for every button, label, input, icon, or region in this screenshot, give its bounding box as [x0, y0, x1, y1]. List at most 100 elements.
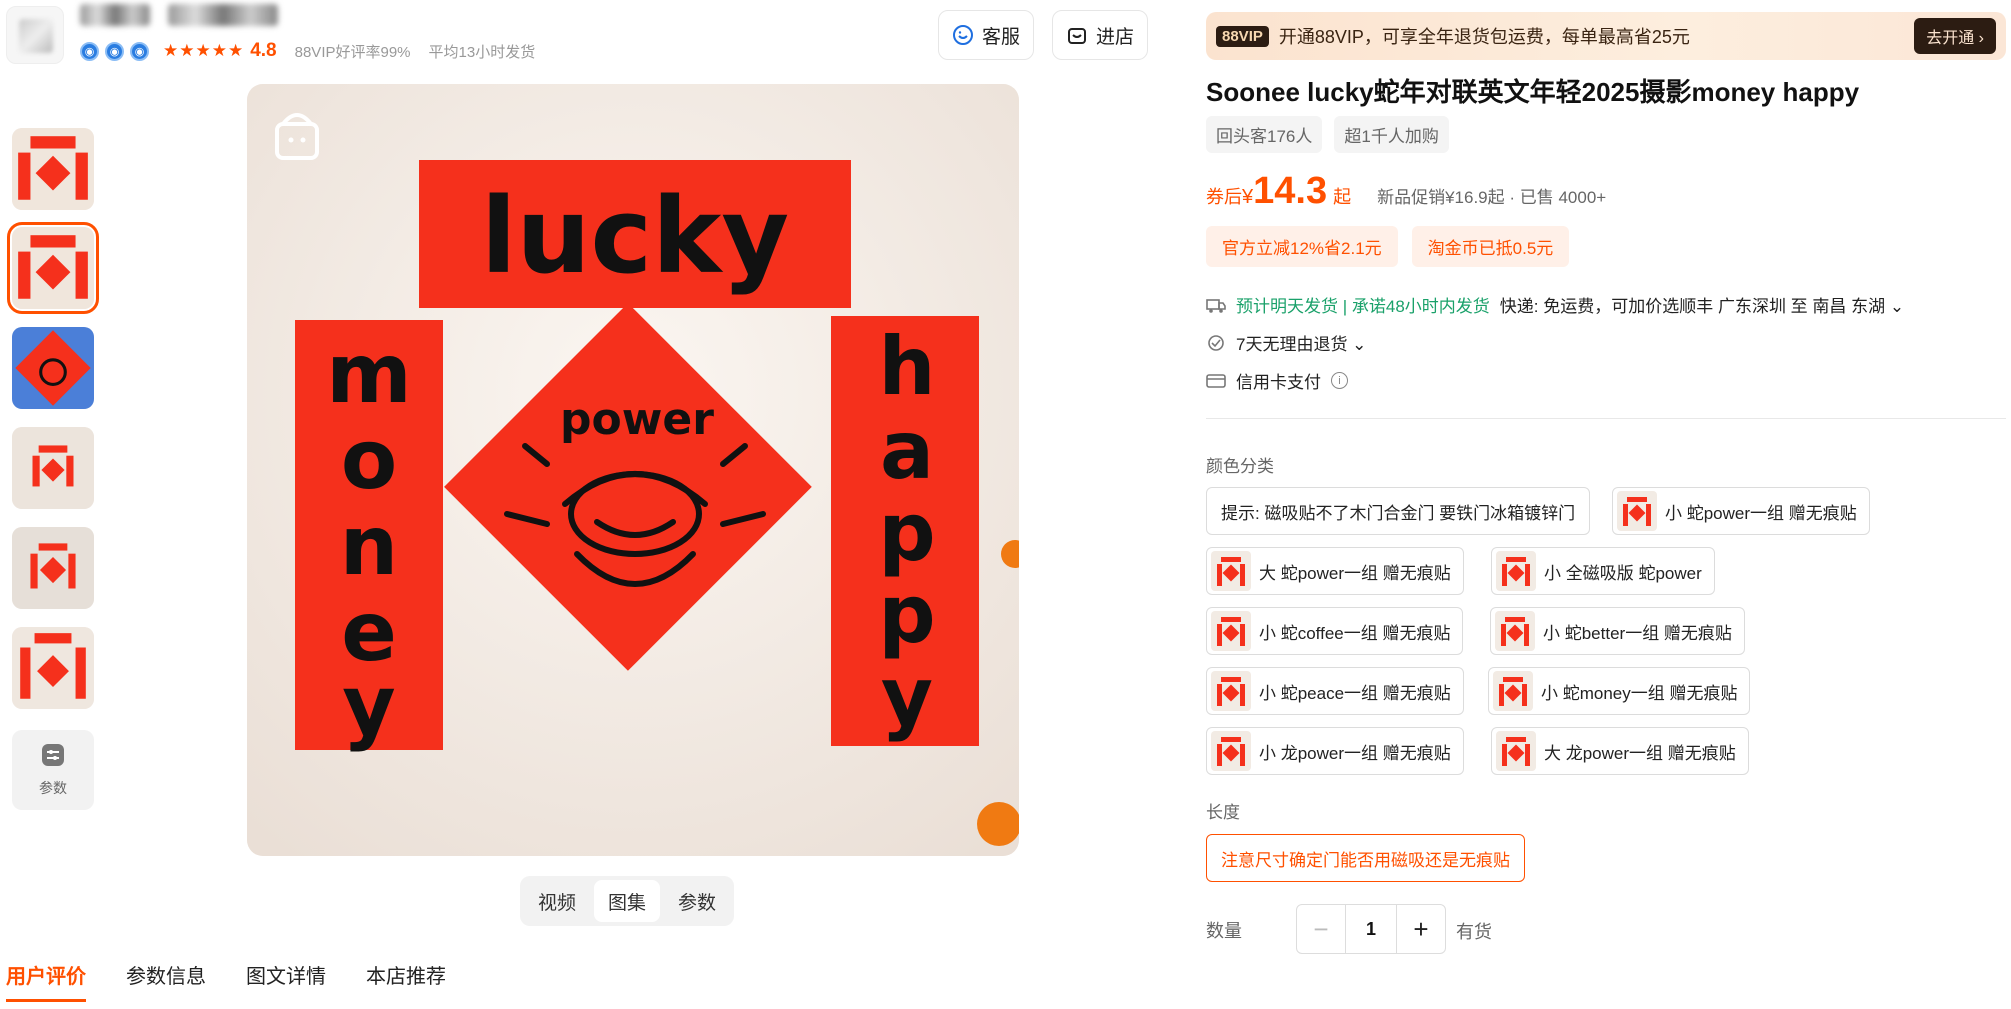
quantity-label: 数量 [1206, 921, 1242, 941]
color-option[interactable]: 小 蛇better一组 赠无痕贴 [1490, 607, 1745, 655]
headset-icon [952, 24, 974, 46]
vip-banner-text: 开通88VIP，可享全年退货包运费，每单最高省25元 [1278, 27, 1690, 47]
vip-banner[interactable]: 88VIP 开通88VIP，可享全年退货包运费，每单最高省25元 去开通 › [1206, 12, 2006, 60]
svg-text:o: o [341, 413, 397, 508]
price-suffix: 起 [1333, 187, 1352, 207]
option-thumbnail [1495, 611, 1535, 651]
tab-image-details[interactable]: 图文详情 [246, 960, 326, 1002]
color-option[interactable]: 小 蛇power一组 赠无痕贴 [1612, 487, 1870, 535]
color-option-label: 小 蛇better一组 赠无痕贴 [1543, 623, 1732, 643]
payment-row[interactable]: 信用卡支付 i [1206, 368, 1348, 393]
color-option[interactable]: 小 龙power一组 赠无痕贴 [1206, 727, 1464, 775]
params-thumbnail-label: 参数 [39, 779, 67, 796]
customer-service-button[interactable]: 客服 [938, 10, 1034, 60]
tab-shop-recommend[interactable]: 本店推荐 [366, 960, 446, 1002]
vip-tag: 88VIP [1216, 25, 1269, 47]
shop-logo[interactable] [6, 6, 64, 64]
svg-text:a: a [880, 404, 934, 497]
length-option[interactable]: 注意尺寸确定门能否用磁吸还是无痕贴 [1206, 834, 1525, 882]
customer-service-label: 客服 [981, 26, 1020, 48]
official-discount-chip[interactable]: 官方立减12%省2.1元 [1206, 226, 1398, 267]
color-option-label: 小 蛇coffee一组 赠无痕贴 [1259, 623, 1451, 643]
stock-status: 有货 [1456, 922, 1492, 942]
color-option-label: 小 蛇power一组 赠无痕贴 [1665, 503, 1857, 523]
color-option[interactable]: 大 龙power一组 赠无痕贴 [1491, 727, 1749, 775]
rating-stars-icon: ★★★★★ [163, 41, 245, 60]
color-option[interactable]: 小 蛇coffee一组 赠无痕贴 [1206, 607, 1464, 655]
price-value: 14.3 [1253, 170, 1328, 212]
cart-adds-tag: 超1千人加购 [1334, 116, 1449, 153]
color-option-label: 大 蛇power一组 赠无痕贴 [1259, 563, 1451, 583]
shipping-details: 快递: 免运费，可加价选顺丰 广东深圳 至 南昌 东湖 ⌄ [1499, 297, 1905, 316]
thumbnail-6[interactable] [12, 627, 94, 709]
divider [1206, 418, 2006, 419]
thumbnail-2[interactable] [7, 222, 99, 314]
main-product-image[interactable]: lucky m o n e y h a p p y power [247, 84, 1019, 856]
shipping-promise: 预计明天发货 | 承诺48小时内发货 [1236, 297, 1490, 316]
shop-name-blurred[interactable] [80, 4, 280, 30]
enter-shop-button[interactable]: 进店 [1052, 10, 1148, 60]
price-extra: 新品促销¥16.9起 · 已售 4000+ [1377, 188, 1607, 207]
return-icon [1206, 333, 1226, 353]
taojinbi-chip[interactable]: 淘金币已抵0.5元 [1411, 226, 1570, 267]
avg-ship-time: 平均13小时发货 [428, 43, 536, 61]
thumbnail-5[interactable] [12, 527, 94, 609]
color-option-label: 大 龙power一组 赠无痕贴 [1544, 743, 1736, 763]
color-option-notice[interactable]: 提示: 磁吸贴不了木门合金门 要铁门冰箱镀锌门 [1206, 487, 1591, 535]
params-thumbnail[interactable]: 参数 [12, 730, 94, 810]
vip-review-rate: 88VIP好评率99% [294, 43, 411, 61]
sliders-icon [41, 743, 65, 770]
option-thumbnail [1496, 551, 1536, 591]
repeat-customers-tag: 回头客176人 [1206, 116, 1323, 153]
shop-badge-icon: ◉ [105, 41, 124, 61]
media-tab-gallery[interactable]: 图集 [594, 880, 660, 922]
product-tags: 回头客176人 超1千人加购 [1206, 116, 1449, 153]
option-thumbnail [1211, 731, 1251, 771]
color-option[interactable]: 大 蛇power一组 赠无痕贴 [1206, 547, 1464, 595]
length-section-label: 长度 [1206, 803, 1240, 822]
option-thumbnail [1617, 491, 1657, 531]
info-icon[interactable]: i [1331, 372, 1348, 389]
thumbnail-4[interactable] [12, 427, 94, 509]
tab-user-reviews[interactable]: 用户评价 [6, 960, 86, 1002]
option-thumbnail [1493, 671, 1533, 711]
option-thumbnail [1211, 551, 1251, 591]
returns-row[interactable]: 7天无理由退货 ⌄ [1206, 330, 1366, 355]
returns-text: 7天无理由退货 ⌄ [1236, 335, 1367, 354]
color-option-label: 小 全磁吸版 蛇power [1544, 563, 1702, 583]
increment-button[interactable]: + [1397, 905, 1445, 953]
couplet-top-text: lucky [481, 175, 789, 297]
color-option[interactable]: 小 全磁吸版 蛇power [1491, 547, 1715, 595]
color-option-label: 小 蛇peace一组 赠无痕贴 [1259, 683, 1451, 703]
promo-row: 官方立减12%省2.1元 淘金币已抵0.5元 [1206, 226, 1570, 267]
tab-param-info[interactable]: 参数信息 [126, 960, 206, 1002]
length-option-label: 注意尺寸确定门能否用磁吸还是无痕贴 [1221, 850, 1510, 870]
thumbnail-3[interactable] [12, 327, 94, 409]
svg-text:y: y [342, 659, 395, 754]
color-option[interactable]: 小 蛇money一组 赠无痕贴 [1488, 667, 1751, 715]
media-tab-params[interactable]: 参数 [664, 880, 730, 922]
enter-shop-label: 进店 [1095, 26, 1134, 48]
svg-text:m: m [326, 327, 411, 422]
color-option[interactable]: 小 蛇peace一组 赠无痕贴 [1206, 667, 1464, 715]
color-option-label: 小 蛇money一组 赠无痕贴 [1541, 683, 1738, 703]
product-title: Soonee lucky蛇年对联英文年轻2025摄影money happy [1206, 77, 1860, 107]
vip-open-button[interactable]: 去开通 › [1914, 18, 1996, 54]
thumbnail-1[interactable] [12, 128, 94, 210]
shop-icon [1066, 24, 1088, 46]
option-thumbnail [1211, 611, 1251, 651]
decrement-button[interactable]: − [1297, 905, 1345, 953]
quantity-input[interactable]: 1 [1345, 905, 1397, 953]
svg-text:y: y [881, 650, 933, 743]
shop-badge-icon: ◉ [80, 41, 99, 61]
color-option-label: 小 龙power一组 赠无痕贴 [1259, 743, 1451, 763]
svg-text:p: p [878, 486, 935, 579]
detail-tabs: 用户评价 参数信息 图文详情 本店推荐 [6, 960, 446, 1002]
price-currency: ¥ [1242, 186, 1254, 208]
quantity-stepper: − 1 + [1296, 904, 1446, 954]
shipping-row[interactable]: 预计明天发货 | 承诺48小时内发货 快递: 免运费，可加价选顺丰 广东深圳 至… [1206, 292, 1904, 317]
media-tabs: 视频 图集 参数 [520, 876, 734, 926]
payment-text: 信用卡支付 [1236, 373, 1321, 392]
media-tab-video[interactable]: 视频 [524, 880, 590, 922]
option-thumbnail [1496, 731, 1536, 771]
